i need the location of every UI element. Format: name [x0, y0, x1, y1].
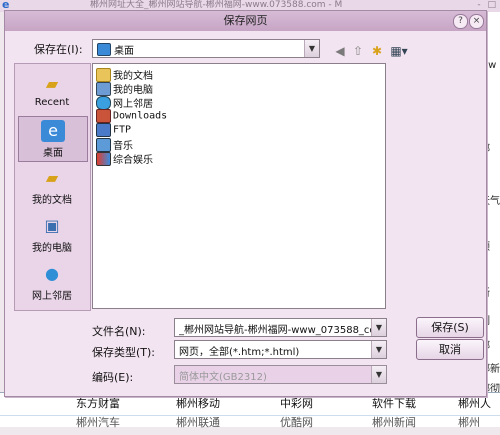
list-item[interactable]: FTP — [96, 123, 131, 137]
new-folder-icon[interactable]: ✱ — [369, 43, 385, 59]
up-folder-icon[interactable]: ⇧ — [350, 43, 366, 59]
bg-link[interactable]: 郴州新闻 — [372, 415, 416, 431]
place-my-computer[interactable]: ▣ 我的电脑 — [18, 212, 86, 256]
network-icon: ● — [45, 264, 59, 283]
list-item[interactable]: 综合娱乐 — [96, 151, 153, 166]
downloads-icon — [96, 109, 111, 123]
save-button[interactable]: 保存(S) — [416, 317, 484, 338]
entertainment-icon — [96, 151, 111, 166]
dialog-title: 保存网页 — [223, 14, 268, 27]
save-in-label: 保存在(I): — [34, 43, 83, 56]
chevron-down-icon[interactable]: ▼ — [304, 40, 319, 57]
place-label: 我的文档 — [32, 195, 72, 206]
list-item[interactable]: Downloads — [96, 109, 167, 123]
encoding-select[interactable]: 简体中文(GB2312) ▼ — [174, 365, 387, 384]
filename-label: 文件名(N): — [92, 325, 146, 338]
place-label: 网上邻居 — [32, 291, 72, 302]
computer-icon — [96, 81, 111, 96]
bg-link[interactable]: 郴州联通 — [176, 415, 220, 431]
desktop-icon — [97, 43, 111, 56]
list-item[interactable]: 我的文档 — [96, 67, 153, 82]
encoding-label: 编码(E): — [92, 371, 134, 384]
back-icon[interactable]: ◀ — [332, 43, 348, 59]
place-label: Recent — [34, 97, 70, 108]
desktop-icon: e — [41, 120, 65, 142]
my-computer-icon: ▣ — [44, 216, 60, 235]
place-label: 桌面 — [43, 148, 63, 159]
music-icon — [96, 137, 111, 152]
file-list[interactable]: 我的文档 我的电脑 网上邻居 Downloads FTP 音乐 综合娱乐 — [92, 63, 386, 309]
recent-icon: ▰ — [45, 74, 59, 93]
background-link-table: 东方财富 郴州移动 中彩网 软件下载 郴州人 郴州汽车 郴州联通 优酷网 郴州新… — [0, 392, 500, 429]
bg-link[interactable]: 优酷网 — [280, 415, 313, 431]
filename-value: _郴州网站导航-郴州福网-www_073588_com — [179, 325, 371, 336]
chevron-down-icon[interactable]: ▼ — [371, 366, 386, 383]
list-item[interactable]: 音乐 — [96, 137, 133, 152]
filetype-select[interactable]: 网页，全部(*.htm;*.html) ▼ — [174, 340, 387, 359]
folder-icon — [96, 67, 111, 82]
bg-link[interactable]: 郴州 — [458, 415, 480, 431]
ftp-icon — [96, 123, 111, 137]
network-icon — [96, 95, 111, 110]
chevron-down-icon[interactable]: ▼ — [371, 319, 386, 336]
browser-window-controls[interactable]: - □ — [477, 0, 498, 10]
dialog-title-bar[interactable]: 保存网页 ? × — [5, 11, 486, 31]
chevron-down-icon[interactable]: ▼ — [371, 341, 386, 358]
filetype-label: 保存类型(T): — [92, 346, 156, 359]
save-webpage-dialog: 保存网页 ? × 保存在(I): 桌面 ▼ ◀ ⇧ ✱ ▦▾ ▰ Recent … — [4, 10, 487, 397]
list-item[interactable]: 网上邻居 — [96, 95, 153, 110]
place-desktop[interactable]: e 桌面 — [18, 116, 88, 162]
filetype-value: 网页，全部(*.htm;*.html) — [179, 347, 300, 358]
view-menu-icon[interactable]: ▦▾ — [388, 43, 410, 59]
place-label: 我的电脑 — [32, 243, 72, 254]
bg-link[interactable]: 郴州汽车 — [76, 415, 120, 431]
place-network[interactable]: ● 网上邻居 — [18, 260, 86, 304]
place-my-documents[interactable]: ▰ 我的文档 — [18, 164, 86, 208]
my-documents-icon: ▰ — [45, 168, 59, 187]
browser-title-text: 郴州网址大全_郴州网站导航-郴州福网-www.073588.com - M — [90, 0, 343, 10]
place-recent[interactable]: ▰ Recent — [18, 70, 86, 114]
help-icon[interactable]: ? — [453, 14, 468, 29]
encoding-value: 简体中文(GB2312) — [179, 372, 267, 383]
close-icon[interactable]: × — [469, 14, 484, 29]
list-item[interactable]: 我的电脑 — [96, 81, 153, 96]
save-in-value: 桌面 — [97, 42, 134, 57]
places-bar: ▰ Recent e 桌面 ▰ 我的文档 ▣ 我的电脑 ● 网上邻居 — [14, 63, 91, 311]
ie-logo-icon: e — [2, 0, 10, 11]
cancel-button[interactable]: 取消 — [416, 339, 484, 360]
table-row: 郴州汽车 郴州联通 优酷网 郴州新闻 郴州 — [0, 415, 500, 435]
save-in-combo[interactable]: 桌面 ▼ — [92, 39, 320, 58]
filename-input[interactable]: _郴州网站导航-郴州福网-www_073588_com ▼ — [174, 318, 387, 337]
